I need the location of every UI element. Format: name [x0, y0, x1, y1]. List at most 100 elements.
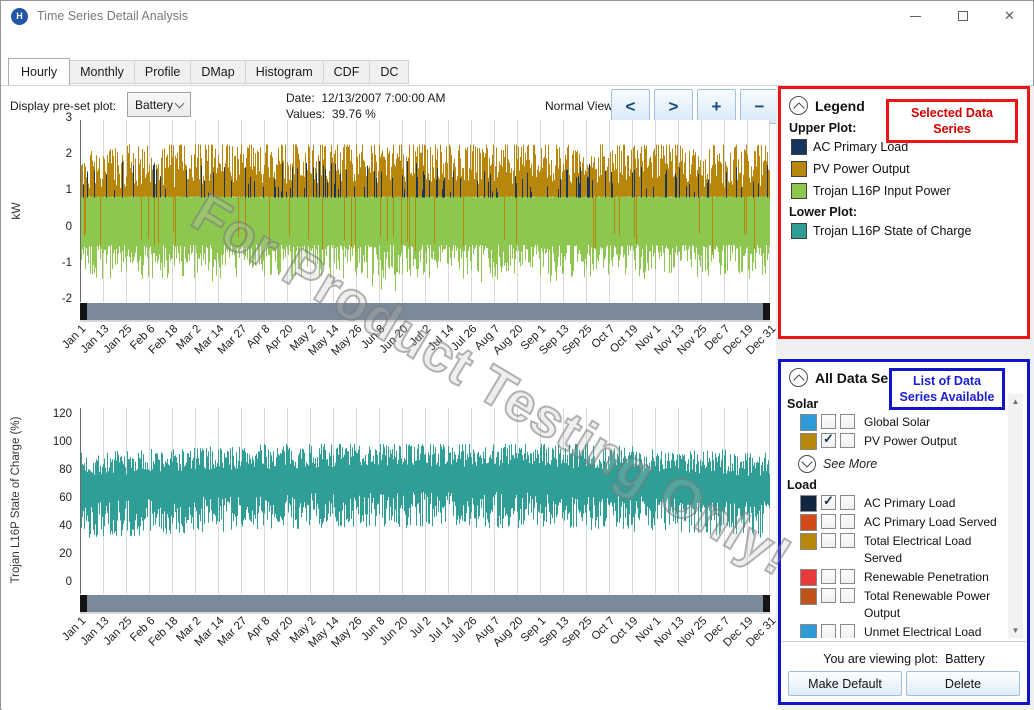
y-tick-label: 120 [36, 408, 72, 420]
series-color-swatch[interactable] [800, 588, 817, 605]
collapse-chevron-up-icon[interactable] [789, 368, 808, 387]
range-handle-right[interactable] [763, 595, 770, 612]
y-tick-label: 100 [36, 436, 72, 448]
upper-x-tick-labels: Jan 1Jan 13Jan 25Feb 6Feb 18Mar 2Mar 14M… [2, 323, 776, 375]
series-group-name: Load [787, 478, 1006, 492]
delete-button[interactable]: Delete [906, 671, 1020, 696]
series-row: Renewable Penetration [786, 568, 1006, 587]
upper-plot-checkbox[interactable] [821, 533, 836, 548]
series-color-swatch[interactable] [800, 624, 817, 638]
range-handle-left[interactable] [80, 595, 87, 612]
series-row: PV Power Output [786, 432, 1006, 451]
legend-item-label: PV Power Output [813, 162, 910, 176]
title-bar: H Time Series Detail Analysis ✕ [1, 1, 1033, 31]
view-mode-label: Normal View [545, 99, 613, 113]
scroll-up-icon[interactable]: ▲ [1008, 394, 1023, 409]
make-default-button[interactable]: Make Default [788, 671, 902, 696]
lower-plot-checkbox[interactable] [840, 433, 855, 448]
tab-histogram[interactable]: Histogram [245, 60, 324, 84]
tab-cdf[interactable]: CDF [323, 60, 371, 84]
legend-item: PV Power Output [791, 161, 1019, 177]
y-tick-label: 60 [36, 492, 72, 504]
lower-plot-label: Lower Plot: [789, 205, 1019, 219]
date-label: Date: [286, 91, 315, 105]
see-more-button[interactable]: See More [798, 455, 1006, 473]
app-logo-icon: H [11, 8, 28, 25]
range-handle-right[interactable] [763, 303, 770, 320]
cursor-readout: Date: 12/13/2007 7:00:00 AM Values: 39.7… [286, 90, 445, 122]
lower-range-scrollbar[interactable] [80, 595, 770, 612]
upper-plot-checkbox[interactable] [821, 514, 836, 529]
pan-right-button[interactable]: > [654, 89, 693, 124]
preset-plot-value: Battery [135, 98, 173, 112]
lower-plot-checkbox[interactable] [840, 624, 855, 638]
tab-dmap[interactable]: DMap [190, 60, 245, 84]
lower-plot-checkbox[interactable] [840, 588, 855, 603]
series-color-swatch[interactable] [800, 414, 817, 431]
minimize-button[interactable] [892, 1, 939, 31]
upper-plot-checkbox[interactable] [821, 433, 836, 448]
chart-area: Display pre-set plot: Battery Date: 12/1… [2, 86, 776, 710]
zoom-in-button[interactable]: + [697, 89, 736, 124]
series-row: AC Primary Load Served [786, 513, 1006, 532]
legend-panel: Legend Selected Data Series Upper Plot: … [778, 86, 1030, 339]
legend-upper-items: AC Primary LoadPV Power OutputTrojan L16… [789, 139, 1019, 199]
series-label: AC Primary Load [864, 495, 1000, 512]
collapse-chevron-up-icon[interactable] [789, 96, 808, 115]
tab-dc[interactable]: DC [369, 60, 409, 84]
upper-plot-checkbox[interactable] [821, 569, 836, 584]
viewing-plot-label: You are viewing plot: [823, 652, 938, 666]
lower-plot-checkbox[interactable] [840, 414, 855, 429]
series-color-swatch[interactable] [800, 495, 817, 512]
series-row: AC Primary Load [786, 494, 1006, 513]
footer-divider [781, 641, 1027, 642]
upper-range-scrollbar[interactable] [80, 303, 770, 320]
lower-plot-svg[interactable] [80, 408, 770, 594]
lower-plot-checkbox[interactable] [840, 569, 855, 584]
tab-hourly[interactable]: Hourly [8, 58, 70, 85]
lower-plot-checkbox[interactable] [840, 514, 855, 529]
tab-profile[interactable]: Profile [134, 60, 191, 84]
series-list-scrollbar[interactable]: ▲ ▼ [1008, 394, 1023, 638]
legend-color-swatch [791, 183, 807, 199]
chevron-down-icon [175, 98, 185, 108]
scroll-down-icon[interactable]: ▼ [1008, 623, 1023, 638]
series-row: Unmet Electrical Load [786, 623, 1006, 638]
right-sidebar: Legend Selected Data Series Upper Plot: … [776, 86, 1034, 710]
close-icon: ✕ [1004, 8, 1015, 24]
lower-y-axis-label: Trojan L16P State of Charge (%) [10, 385, 22, 615]
upper-plot-checkbox[interactable] [821, 495, 836, 510]
y-tick-label: 3 [36, 112, 72, 124]
chevron-down-icon [798, 455, 816, 473]
series-color-swatch[interactable] [800, 433, 817, 450]
series-color-swatch[interactable] [800, 533, 817, 550]
tab-monthly[interactable]: Monthly [69, 60, 135, 84]
legend-color-swatch [791, 161, 807, 177]
legend-item-label: Trojan L16P Input Power [813, 184, 951, 198]
legend-color-swatch [791, 223, 807, 239]
lower-plot-checkbox[interactable] [840, 533, 855, 548]
upper-plot-svg[interactable] [80, 120, 770, 302]
series-color-swatch[interactable] [800, 514, 817, 531]
upper-plot-checkbox[interactable] [821, 588, 836, 603]
chart-nav-buttons: < > + − [611, 89, 779, 124]
footer-buttons: Make Default Delete [788, 671, 1020, 696]
series-color-swatch[interactable] [800, 569, 817, 586]
zoom-out-button[interactable]: − [740, 89, 779, 124]
series-label: Total Electrical Load Served [864, 533, 1000, 567]
preset-plot-label: Display pre-set plot: [10, 99, 116, 113]
window-controls: ✕ [892, 1, 1033, 31]
series-list: SolarGlobal SolarPV Power OutputSee More… [786, 394, 1006, 638]
maximize-button[interactable] [939, 1, 986, 31]
y-tick-label: -2 [36, 293, 72, 305]
lower-plot-checkbox[interactable] [840, 495, 855, 510]
y-tick-label: 20 [36, 548, 72, 560]
close-button[interactable]: ✕ [986, 1, 1033, 31]
preset-plot-dropdown[interactable]: Battery [127, 92, 191, 117]
series-label: Global Solar [864, 414, 1000, 431]
range-handle-left[interactable] [80, 303, 87, 320]
y-tick-label: 1 [36, 184, 72, 196]
pan-left-button[interactable]: < [611, 89, 650, 124]
upper-plot-checkbox[interactable] [821, 624, 836, 638]
upper-plot-checkbox[interactable] [821, 414, 836, 429]
